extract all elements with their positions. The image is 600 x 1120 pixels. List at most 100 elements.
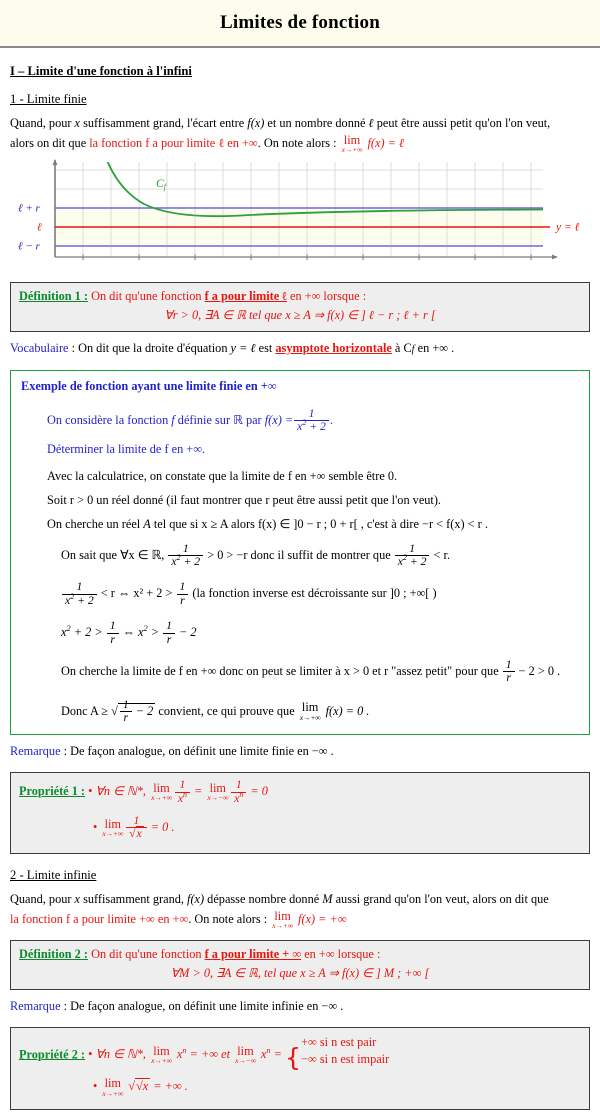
example-line8-math: x2 + 2 > 1r ⇔ x2 > 1r − 2: [61, 619, 197, 646]
definition-1-bold: f a pour limite ℓ: [204, 288, 287, 303]
definition-2-line: Définition 2 : On dit qu'une fonction f …: [19, 947, 581, 962]
example-line7-a: < r ⇔ x² + 2 >: [97, 586, 176, 601]
example-line7-b: (la fonction inverse est décroissante su…: [189, 586, 437, 601]
propriete-2-eq2: =: [270, 1046, 286, 1061]
propriete-1-frac-3: 1 √x: [126, 814, 147, 841]
example-line-10: Donc A ≥ √ 1 r − 2 convient, ce qui prouve…: [21, 698, 579, 725]
page-title: Limites de fonction: [219, 12, 380, 33]
intro-text-f: . On note alors :: [257, 136, 340, 151]
propriete-2-case-1: +∞ si n est pair: [301, 1034, 377, 1049]
example-line6-b: > 0 > −r donc il suffit de montrer que: [204, 547, 394, 562]
propriete-2-b1-a: ∀n ∈ ℕ*,: [95, 1046, 150, 1061]
example-sqrt-minus: − 2: [132, 703, 154, 718]
example-line9-a: On cherche la limite de f en +∞ donc on …: [61, 663, 502, 678]
propriete-2-b2-lim: lim: [104, 1076, 121, 1091]
example-frac-num: 1: [308, 406, 315, 420]
remarque-1: Remarque : De façon analogue, on définit…: [10, 742, 590, 762]
intro-fx: f(x): [247, 116, 265, 130]
example-box: Exemple de fonction ayant une limite fin…: [10, 369, 590, 736]
graph-svg: Cf ℓ + r ℓ ℓ − r y = ℓ: [18, 158, 580, 260]
example-line-5: On cherche un réel A tel que si x ≥ A al…: [21, 517, 579, 532]
propriete-1-bullet-2: • lim x→+∞ 1 √x = 0 .: [93, 814, 175, 841]
intro-text-a: Quand, pour: [10, 116, 75, 130]
propriete-1-frac-2: 1 xn: [231, 778, 247, 805]
vocabulaire-text-d: en +∞ .: [414, 340, 455, 355]
graph-label-lower: ℓ − r: [18, 240, 41, 252]
remarque-1-label: Remarque: [10, 744, 61, 759]
propriete-2-lim1-sub: x→+∞: [151, 1056, 172, 1066]
section2-lim-sub: x→+∞: [272, 920, 293, 930]
section2-intro-d: aussi grand qu'on l'on veut, alors on di…: [332, 891, 549, 906]
example-lim-sub: x→+∞: [299, 712, 321, 722]
example-line1-fx: f(x) =: [264, 412, 294, 427]
example-line1-c: par: [242, 412, 265, 427]
intro-paragraph-infinite-limit: Quand, pour x suffisamment grand, f(x) d…: [10, 890, 590, 930]
propriete-1-line-1: Propriété 1 : • ∀n ∈ ℕ*, lim x→+∞ 1 xn = li…: [19, 778, 581, 805]
example-line-2: Déterminer la limite de f en +∞.: [47, 441, 206, 456]
example-line6-a: On sait que ∀x ∈ ℝ,: [61, 547, 168, 562]
section2-intro-fx: f(x): [187, 891, 205, 906]
propriete-2-case-2: −∞ si n est impair: [301, 1052, 390, 1067]
example-line-7: 1 x2 + 2 < r ⇔ x² + 2 > 1r (la fonction i…: [21, 580, 579, 607]
propriete-1-line-2: • lim x→+∞ 1 √x = 0 .: [19, 814, 581, 841]
definition-1-label: Définition 1 :: [19, 288, 88, 303]
section2-intro-M: M: [322, 891, 333, 906]
graph-y-axis-arrow: [52, 158, 58, 165]
graph-label-curve: Cf: [156, 178, 168, 192]
vocabulaire-paragraph: Vocabulaire : On dit que la droite d'équ…: [10, 339, 590, 359]
definition-2-box: Définition 2 : On dit qu'une fonction f …: [10, 939, 590, 990]
example-fraction-3: 1 x2 + 2: [394, 541, 430, 569]
definition-1-box: Définition 1 : On dit qu'une fonction f …: [10, 281, 590, 332]
propriete-2-line-2: • lim x→+∞ √√x = +∞ .: [19, 1077, 581, 1097]
section2-intro-e: . On note alors :: [188, 911, 271, 926]
section2-intro-a: Quand, pour: [10, 891, 75, 906]
example-frac3-num: 1: [409, 541, 416, 555]
example-frac-den: x2 + 2: [294, 419, 329, 433]
example-line1-b: définie sur: [174, 412, 234, 427]
example-frac4-num: 1: [76, 580, 83, 594]
vocabulaire-equation: y = ℓ: [230, 340, 256, 355]
example-line-8: x2 + 2 > 1r ⇔ x2 > 1r − 2: [21, 619, 579, 646]
section2-intro-b: suffisamment grand,: [80, 891, 188, 906]
propriete-2-sqrt-body: √x: [134, 1078, 151, 1094]
example-fraction-1: 1 x2 + 2: [294, 406, 329, 434]
definition-2-bold: f a pour limite + ∞: [204, 946, 302, 961]
example-line-1: On considère la fonction f définie sur ℝ…: [21, 406, 579, 434]
definition-1-text-b: en +∞ lorsque :: [286, 288, 367, 303]
remarque-2: Remarque : De façon analogue, on définit…: [10, 997, 590, 1017]
intro-text-b: suffisamment grand, l'écart entre: [80, 116, 248, 130]
section2-intro-c: dépasse nombre donné: [204, 891, 323, 906]
example-fraction-5: 1r: [176, 580, 189, 607]
intro-text-d: peut être aussi petit qu'on l'on veut,: [373, 116, 551, 130]
example-fraction-2: 1 x2 + 2: [168, 542, 204, 569]
example-line10-b: convient, ce qui prouve que: [155, 703, 298, 718]
intro-red-statement: la fonction f a pour limite ℓ en +∞: [89, 136, 258, 151]
propriete-2-bullet-1: • ∀n ∈ ℕ*, lim x→+∞ xn = +∞ et lim x→−∞ xn…: [88, 1034, 390, 1072]
propriete-2-x2: xn: [260, 1045, 271, 1061]
example-frac6-den: r: [502, 671, 515, 684]
vocabulaire-label: Vocabulaire: [10, 340, 69, 355]
propriete-1-label: Propriété 1 :: [19, 784, 86, 799]
limit-notation-2: lim x→+∞ f(x) = +∞: [270, 909, 346, 929]
limit-notation-1: lim x→+∞ f(x) = ℓ: [340, 134, 404, 154]
propriete-2-x1: xn: [176, 1045, 187, 1061]
example-line1-R: ℝ: [233, 412, 243, 427]
propriete-1-b2-lim-sub: x→+∞: [102, 829, 124, 839]
remarque-1-text: : De façon analogue, on définit une limi…: [60, 744, 334, 759]
example-frac4-den: x2 + 2: [62, 592, 97, 607]
limit-illustration-graph: Cf ℓ + r ℓ ℓ − r y = ℓ: [10, 156, 590, 272]
example-line9-b: − 2 > 0 .: [515, 663, 561, 678]
propriete-1-frac-1: 1 xn: [174, 778, 190, 805]
example-fraction-4: 1 x2 + 2: [62, 580, 97, 607]
vocabulaire-text-c: à C: [391, 340, 412, 355]
vocabulaire-underlined-term: asymptote horizontale: [275, 340, 392, 355]
remarque-2-label: Remarque: [10, 998, 61, 1013]
example-line10-c: f(x) = 0 .: [325, 703, 370, 718]
example-title: Exemple de fonction ayant une limite fin…: [21, 378, 277, 393]
remarque-2-text: : De façon analogue, on définit une limi…: [60, 998, 344, 1013]
propriete-2-et: et: [218, 1046, 234, 1061]
lim-sub: x→+∞: [341, 145, 363, 155]
propriete-1-lim2-sub: x→−∞: [207, 793, 229, 803]
example-line-6: On sait que ∀x ∈ ℝ, 1 x2 + 2 > 0 > −r don…: [21, 541, 579, 569]
definition-1-text-a: On dit qu'une fonction: [91, 288, 205, 303]
